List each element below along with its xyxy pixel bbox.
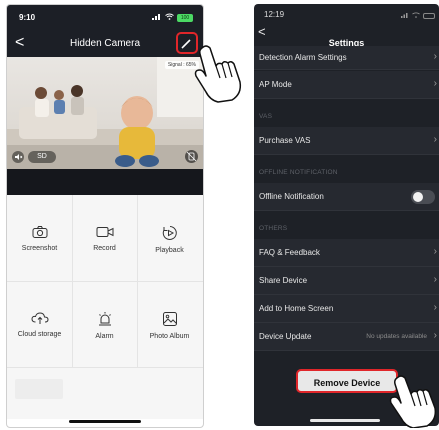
- tap-hand-icon: [194, 45, 242, 103]
- row-label: FAQ & Feedback: [259, 248, 320, 257]
- rotate-icon: [186, 151, 197, 162]
- feature-grid: Screenshot Record Playback Cloud storage…: [7, 195, 203, 419]
- feature-playback[interactable]: Playback: [137, 195, 202, 281]
- home-indicator: [69, 420, 141, 423]
- video-record-icon: [96, 227, 113, 237]
- mute-button[interactable]: [12, 151, 24, 163]
- row-purchase-vas[interactable]: Purchase VAS ›: [254, 127, 439, 155]
- speaker-muted-icon: [15, 154, 23, 160]
- row-share-device[interactable]: Share Device ›: [254, 267, 439, 295]
- live-video-view[interactable]: Signal : 65% SD: [7, 57, 203, 169]
- rotate-button[interactable]: [185, 150, 198, 163]
- chevron-right-icon: ›: [433, 302, 437, 313]
- chevron-right-icon: ›: [433, 274, 437, 285]
- home-indicator: [310, 419, 380, 422]
- status-bar: 12:19: [254, 4, 439, 24]
- row-label: Offline Notification: [259, 192, 324, 201]
- row-label: AP Mode: [259, 80, 292, 89]
- chevron-right-icon: ›: [433, 330, 437, 341]
- section-header-vas: VAS: [259, 113, 273, 120]
- feature-label: Cloud storage: [17, 331, 62, 338]
- feature-label: Photo Album: [149, 333, 190, 340]
- row-label: Device Update: [259, 332, 312, 341]
- status-bar: 9:10 100: [7, 5, 203, 31]
- wifi-icon: [412, 11, 420, 20]
- row-add-home-screen[interactable]: Add to Home Screen ›: [254, 295, 439, 323]
- feature-label: Record: [93, 245, 116, 252]
- chevron-right-icon: ›: [433, 51, 437, 62]
- tap-hand-icon: [389, 375, 437, 428]
- remove-device-button[interactable]: Remove Device: [296, 369, 398, 393]
- video-footer-band: [7, 169, 203, 195]
- grid-divider: [7, 367, 203, 368]
- signal-bars-icon: [152, 13, 162, 22]
- feature-label: Screenshot: [21, 245, 58, 252]
- cloud-icon: [30, 312, 49, 324]
- section-header-others: OTHERS: [259, 225, 288, 232]
- camera-icon: [32, 226, 47, 238]
- row-device-update[interactable]: Device Update No updates available ›: [254, 323, 439, 351]
- feature-photo-album[interactable]: Photo Album: [137, 281, 202, 367]
- row-label: Add to Home Screen: [259, 304, 334, 313]
- feature-screenshot[interactable]: Screenshot: [7, 195, 72, 281]
- row-ap-mode[interactable]: AP Mode ›: [254, 71, 439, 99]
- row-label: Detection Alarm Settings: [259, 53, 347, 62]
- camera-screen: 9:10 100 < Hidden Camera Signal: 65% SD…: [6, 4, 204, 428]
- battery-icon: [423, 12, 435, 19]
- chevron-right-icon: ›: [433, 246, 437, 257]
- page-title: Hidden Camera: [69, 38, 141, 49]
- alarm-light-icon: [98, 312, 111, 326]
- row-faq-feedback[interactable]: FAQ & Feedback ›: [254, 239, 439, 267]
- camera-header: < Hidden Camera: [7, 31, 203, 57]
- row-label: Purchase VAS: [259, 136, 311, 145]
- offline-notification-toggle[interactable]: [411, 190, 435, 204]
- feature-label: Playback: [155, 247, 184, 254]
- playback-icon: [162, 226, 177, 240]
- status-icons: [401, 11, 435, 20]
- status-icons: 100: [152, 13, 193, 22]
- toggle-knob: [413, 192, 423, 202]
- feature-label: Alarm: [95, 333, 114, 340]
- section-header-offline: OFFLINE NOTIFICATION: [259, 169, 338, 176]
- feature-alarm[interactable]: Alarm: [72, 281, 137, 367]
- row-offline-notification: Offline Notification: [254, 183, 439, 211]
- settings-screen: 12:19 < Settings Detection Alarm Setting…: [254, 4, 439, 426]
- empty-feature-slot: [15, 379, 63, 399]
- row-detection-alarm[interactable]: Detection Alarm Settings ›: [254, 46, 439, 70]
- feature-cloud-storage[interactable]: Cloud storage: [7, 281, 72, 367]
- device-update-status: No updates available: [366, 333, 427, 340]
- row-label: Share Device: [259, 276, 308, 285]
- wifi-icon: [165, 13, 174, 22]
- status-time: 12:19: [264, 10, 285, 19]
- chevron-right-icon: ›: [433, 78, 437, 89]
- chevron-right-icon: ›: [433, 134, 437, 145]
- signal-bars-icon: [401, 11, 409, 20]
- quality-button[interactable]: SD: [28, 151, 56, 163]
- status-time: 9:10: [19, 13, 36, 22]
- photo-icon: [162, 312, 177, 326]
- feature-record[interactable]: Record: [72, 195, 137, 281]
- settings-header: < Settings: [254, 24, 439, 48]
- battery-icon: 100: [177, 13, 193, 22]
